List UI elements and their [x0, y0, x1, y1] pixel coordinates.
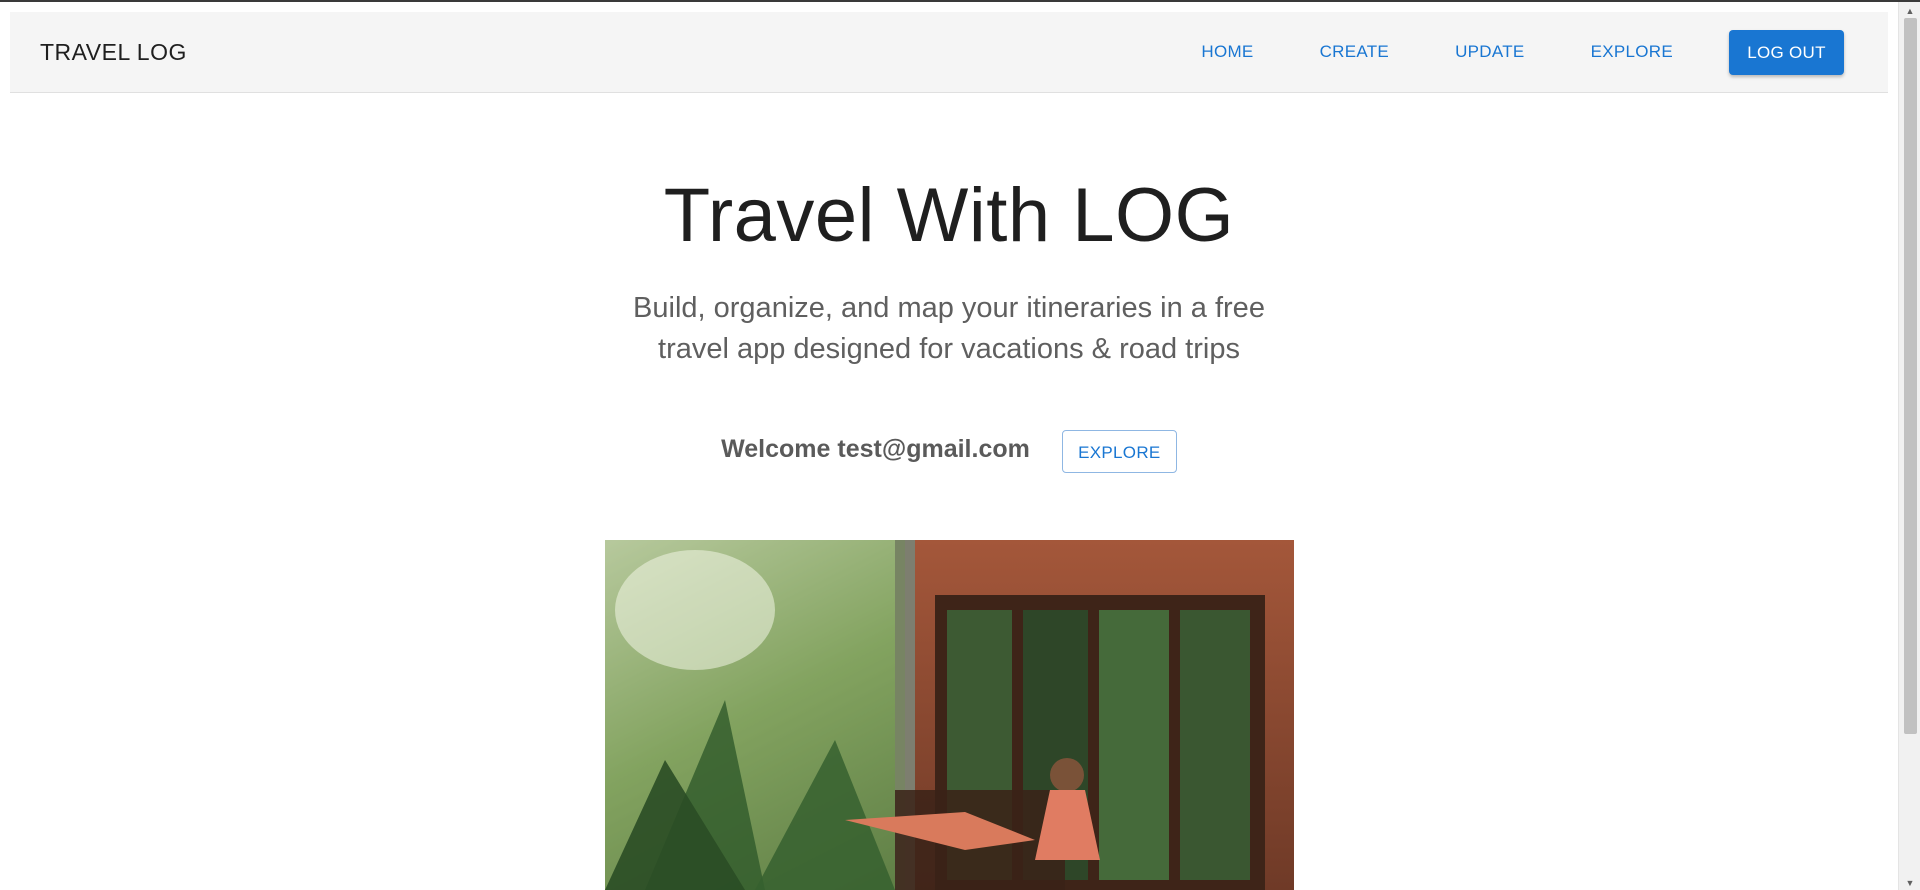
hero-subtitle: Build, organize, and map your itinerarie…: [633, 292, 1265, 365]
welcome-message: Welcome test@gmail.com: [721, 435, 1030, 463]
page: TRAVEL LOG HOME CREATE UPDATE EXPLORE LO…: [10, 2, 1888, 890]
triangle-up-icon[interactable]: ▲: [1899, 6, 1920, 16]
scroll-thumb[interactable]: [1904, 18, 1917, 734]
nav-explore[interactable]: EXPLORE: [1591, 32, 1673, 72]
vertical-scrollbar[interactable]: ▲ ▼: [1898, 2, 1920, 890]
nav-update[interactable]: UPDATE: [1455, 32, 1525, 72]
logout-button[interactable]: LOG OUT: [1729, 29, 1844, 75]
triangle-down-icon[interactable]: ▼: [1899, 878, 1920, 888]
hero-image: [605, 540, 1294, 890]
explore-button[interactable]: EXPLORE: [1061, 430, 1177, 473]
welcome-row: Welcome test@gmail.com EXPLORE: [10, 430, 1888, 473]
main-nav: HOME CREATE UPDATE EXPLORE LOG OUT: [1201, 12, 1844, 92]
hero-image-illustration: [605, 540, 1294, 890]
brand-title: TRAVEL LOG: [40, 39, 187, 65]
nav-create[interactable]: CREATE: [1320, 32, 1390, 72]
app-bar: TRAVEL LOG HOME CREATE UPDATE EXPLORE LO…: [10, 12, 1888, 93]
nav-home[interactable]: HOME: [1201, 32, 1253, 72]
hero-title: Travel With LOG: [663, 173, 1235, 258]
